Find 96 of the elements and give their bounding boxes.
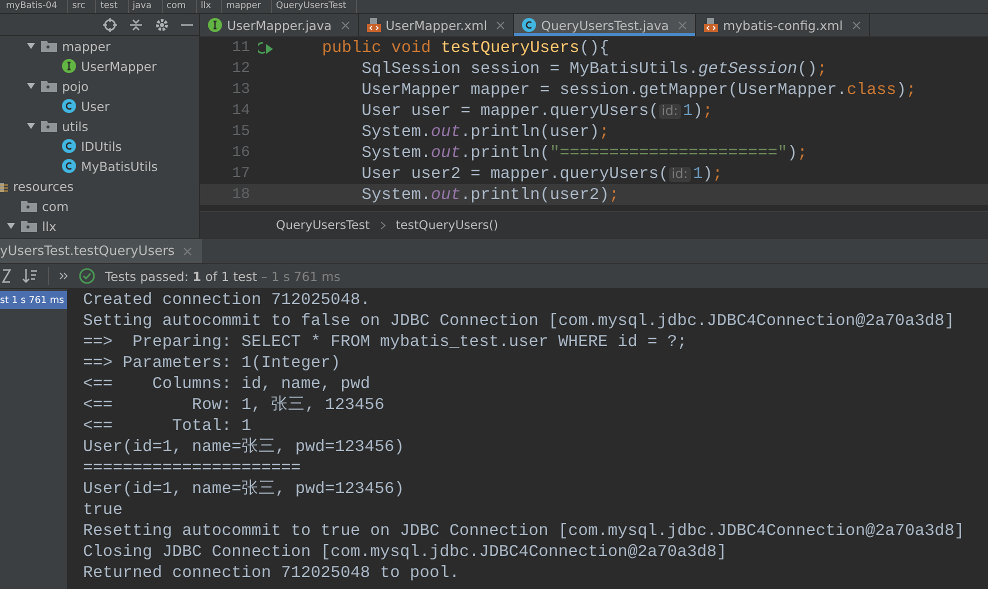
xml-file-icon xyxy=(366,18,381,32)
tree-item[interactable]: MyBatisUtils xyxy=(0,156,199,176)
sort-alpha-icon[interactable] xyxy=(2,268,12,284)
tree-label: utils xyxy=(62,118,88,134)
tree-item[interactable]: UserMapper xyxy=(0,56,199,76)
console-line: Closing JDBC Connection [com.mysql.jdbc.JDBC4Connection@2a70a3d8] xyxy=(83,541,728,562)
interface-icon xyxy=(62,59,76,73)
breadcrumb-item[interactable]: QueryUsersTest xyxy=(276,218,370,232)
breadcrumb-item[interactable]: testQueryUsers() xyxy=(396,218,498,232)
tree-item[interactable]: utils xyxy=(0,116,199,136)
editor-tab[interactable]: QueryUsersTest.java xyxy=(514,14,696,36)
class-icon xyxy=(62,99,76,113)
expand-arrow-icon[interactable] xyxy=(6,221,16,231)
console-line: User(id=1, name=张三, pwd=123456) xyxy=(83,436,406,457)
console-line: <== Columns: id, name, pwd xyxy=(83,373,372,394)
path-crumb[interactable]: src xyxy=(72,0,96,13)
path-crumb[interactable]: mapper xyxy=(226,0,272,13)
line-number: 12 xyxy=(230,60,250,77)
path-crumb[interactable]: llx xyxy=(200,0,222,13)
console-line: ==> Parameters: 1(Integer) xyxy=(83,352,342,373)
console-line: ==> Preparing: SELECT * FROM mybatis_test.user WHERE id = ?; xyxy=(83,331,688,352)
close-icon[interactable] xyxy=(496,20,506,30)
folder-icon xyxy=(21,200,37,212)
path-crumb[interactable]: com xyxy=(166,0,197,13)
path-crumb[interactable]: myBatis-04 xyxy=(6,0,68,13)
folder-icon xyxy=(21,220,37,232)
console-line: Resetting autocommit to true on JDBC Connection [com.mysql.jdbc.JDBC4Connection@2a70a3d8] xyxy=(83,520,966,541)
tree-item[interactable]: pojo xyxy=(0,76,199,96)
folder-icon xyxy=(41,80,57,92)
tree-item[interactable]: com xyxy=(0,196,199,216)
close-icon[interactable] xyxy=(852,20,861,30)
editor-tab[interactable]: mybatis-config.xml xyxy=(696,14,870,36)
console-line: Created connection 712025048. xyxy=(83,289,372,310)
editor-tab[interactable]: UserMapper.xml xyxy=(358,14,514,36)
close-icon[interactable] xyxy=(340,20,350,30)
tree-item[interactable]: resources xyxy=(0,176,199,196)
line-number: 14 xyxy=(230,102,250,119)
code-text: UserMapper mapper = session.getMapper(UserMapper.class); xyxy=(360,80,916,99)
tree-label: MyBatisUtils xyxy=(81,158,158,174)
folder-icon xyxy=(41,40,57,52)
sort-duration-icon[interactable] xyxy=(22,268,38,284)
tree-item[interactable]: User xyxy=(0,96,199,116)
tree-item[interactable]: IDUtils xyxy=(0,136,199,156)
xml-file-icon xyxy=(704,18,718,32)
test-status: Tests passed: 1 of 1 test xyxy=(105,268,258,284)
test-item[interactable]: st 1 s 761 ms xyxy=(0,291,67,309)
path-crumb[interactable]: java xyxy=(132,0,162,13)
class-icon xyxy=(522,18,536,32)
interface-icon xyxy=(208,18,222,32)
settings-icon[interactable] xyxy=(155,18,169,32)
tree-label: mapper xyxy=(62,38,111,54)
line-number: 13 xyxy=(230,81,250,98)
path-crumb[interactable]: test xyxy=(100,0,129,13)
code-text: SqlSession session = MyBatisUtils.getSession(); xyxy=(360,59,828,78)
code-text: System.out.println("======================"); xyxy=(360,143,808,162)
console-line: Returned connection 712025048 to pool. xyxy=(83,562,460,583)
tree-item[interactable]: mapper xyxy=(0,36,199,56)
tree-label: IDUtils xyxy=(81,138,122,154)
locate-icon[interactable] xyxy=(103,18,117,32)
tree-label: com xyxy=(42,198,69,214)
tree-item[interactable]: llx xyxy=(0,216,199,236)
editor-tab[interactable]: UserMapper.java xyxy=(200,14,359,36)
tree-label: resources xyxy=(13,178,74,194)
code-text: System.out.println(user2); xyxy=(360,185,620,204)
folder-icon xyxy=(41,120,57,132)
tree-label: llx xyxy=(42,218,56,234)
expand-arrow-icon[interactable] xyxy=(26,41,36,51)
class-icon xyxy=(62,139,76,153)
console-line: true xyxy=(83,499,124,520)
chevron-icon xyxy=(380,220,386,230)
line-number: 11 xyxy=(230,39,250,56)
code-text: public void testQueryUsers(){ xyxy=(322,38,610,57)
path-crumb[interactable]: QueryUsersTest xyxy=(276,0,358,13)
code-text: User user = mapper.queryUsers( id: 1); xyxy=(360,101,713,120)
console-line: ====================== xyxy=(83,457,302,478)
line-number: 17 xyxy=(230,165,250,182)
console-line: Setting autocommit to false on JDBC Connection [com.mysql.jdbc.JDBC4Connection@2a70a3d8] xyxy=(83,310,956,331)
class-icon xyxy=(62,159,76,173)
code-text: System.out.println(user); xyxy=(360,122,610,141)
resources-folder-icon xyxy=(0,180,8,192)
console-line: User(id=1, name=张三, pwd=123456) xyxy=(83,478,406,499)
line-number: 16 xyxy=(230,144,250,161)
console-line: <== Row: 1, 张三, 123456 xyxy=(83,394,386,415)
tree-label: pojo xyxy=(62,78,89,94)
code-text: User user2 = mapper.queryUsers( id: 1); xyxy=(360,164,723,183)
line-number: 15 xyxy=(230,123,250,140)
console-line: <== Total: 1 xyxy=(83,415,252,436)
collapse-icon[interactable] xyxy=(129,18,143,32)
run-marker-icon[interactable] xyxy=(258,40,274,54)
test-duration: – 1 s 761 ms xyxy=(261,268,340,284)
tree-label: User xyxy=(81,98,110,114)
tree-label: UserMapper xyxy=(81,58,157,74)
expand-arrow-icon[interactable] xyxy=(26,81,36,91)
run-tab[interactable]: yUsersTest.testQueryUsers xyxy=(0,239,202,263)
expand-arrow-icon[interactable] xyxy=(26,121,36,131)
expand-more-icon[interactable] xyxy=(59,272,69,280)
